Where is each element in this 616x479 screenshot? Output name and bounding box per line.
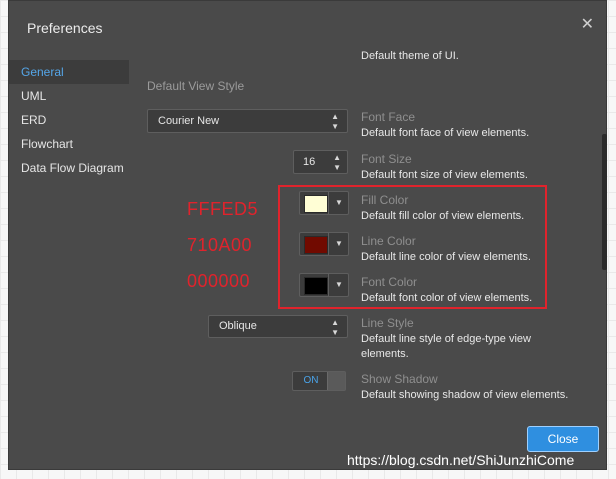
toggle-state: ON <box>303 375 319 386</box>
font-face-value: Courier New <box>158 115 220 127</box>
font-size-title: Font Size <box>361 152 412 166</box>
line-style-value: Oblique <box>219 320 257 332</box>
show-shadow-desc: Default showing shadow of view elements. <box>361 389 569 401</box>
sidebar: General UML ERD Flowchart Data Flow Diag… <box>9 60 129 180</box>
line-style-title: Line Style <box>361 316 414 330</box>
show-shadow-title: Show Shadow <box>361 372 438 386</box>
chevron-up-down-icon: ▲ ▼ <box>333 153 341 172</box>
prev-setting-desc: Default theme of UI. <box>361 50 459 62</box>
highlight-box <box>278 185 547 309</box>
close-icon[interactable]: ✕ <box>581 17 594 33</box>
sidebar-item-general[interactable]: General <box>9 60 129 84</box>
chevron-up-down-icon: ▲ ▼ <box>331 112 339 131</box>
sidebar-item-label: UML <box>21 89 47 103</box>
line-style-desc-line2: elements. <box>361 348 409 360</box>
annotation-fill-hex: FFFED5 <box>187 199 259 219</box>
line-style-select[interactable]: Oblique ▲ ▼ <box>208 315 348 338</box>
font-face-select[interactable]: Courier New ▲ ▼ <box>147 109 348 133</box>
sidebar-item-erd[interactable]: ERD <box>9 108 129 132</box>
sidebar-item-label: ERD <box>21 113 47 127</box>
sidebar-item-label: Data Flow Diagram <box>21 161 124 175</box>
font-face-title: Font Face <box>361 110 416 124</box>
line-style-desc-line1: Default line style of edge-type view <box>361 333 531 345</box>
sidebar-item-label: General <box>21 65 64 79</box>
toggle-knob <box>327 372 345 390</box>
sidebar-item-uml[interactable]: UML <box>9 84 129 108</box>
close-button[interactable]: Close <box>527 426 599 452</box>
dialog-title: Preferences <box>27 20 103 36</box>
font-size-desc: Default font size of view elements. <box>361 169 528 181</box>
font-face-desc: Default font face of view elements. <box>361 127 530 139</box>
annotation-font-hex: 000000 <box>187 271 251 291</box>
annotation-line-hex: 710A00 <box>187 235 253 255</box>
font-size-stepper[interactable]: 16 ▲ ▼ <box>293 150 348 174</box>
line-style-desc: Default line style of edge-type view ele… <box>361 332 531 362</box>
scrollbar[interactable] <box>602 134 607 270</box>
watermark: https://blog.csdn.net/ShiJunzhiCome <box>347 452 575 468</box>
section-title: Default View Style <box>147 79 245 93</box>
sidebar-item-flowchart[interactable]: Flowchart <box>9 132 129 156</box>
show-shadow-toggle[interactable]: ON <box>292 371 346 391</box>
font-size-value: 16 <box>303 156 316 168</box>
sidebar-item-label: Flowchart <box>21 137 74 151</box>
chevron-up-down-icon: ▲ ▼ <box>331 318 339 337</box>
sidebar-item-data-flow-diagram[interactable]: Data Flow Diagram <box>9 156 129 180</box>
